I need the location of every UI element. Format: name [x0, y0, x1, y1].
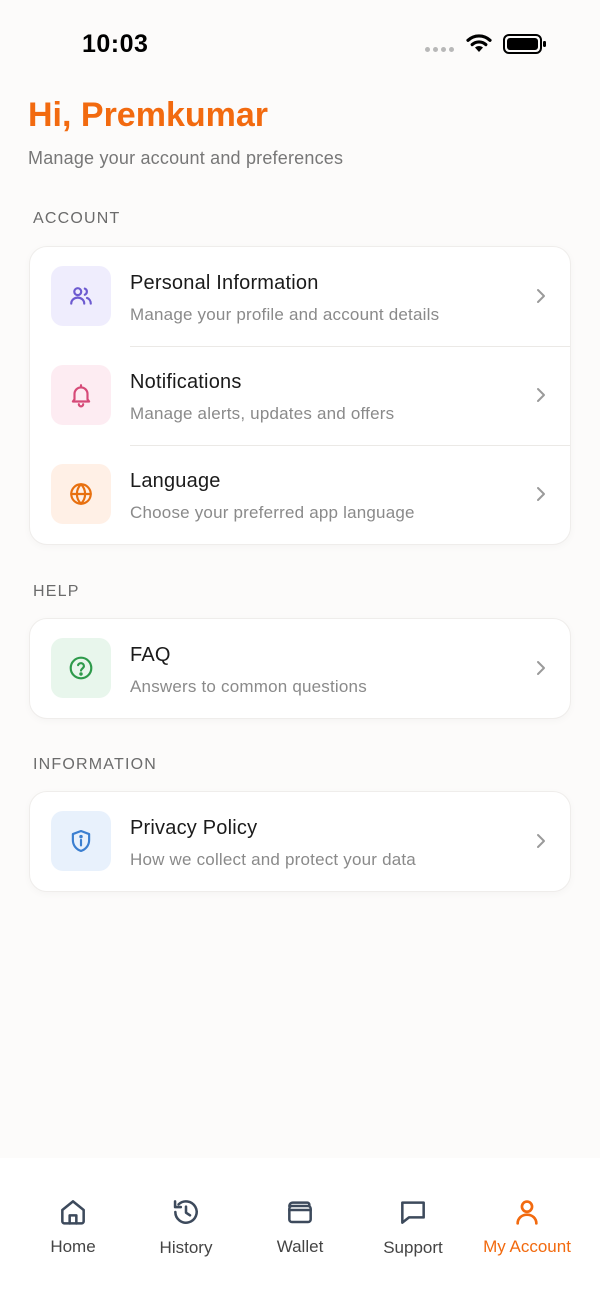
page-title: Hi, Premkumar	[28, 96, 268, 134]
status-bar: 10:03	[0, 0, 600, 90]
personal-information-title: Personal Information	[130, 272, 319, 294]
nav-history-label: History	[159, 1238, 213, 1257]
nav-support-label: Support	[383, 1238, 443, 1257]
chevron-right-icon	[537, 834, 545, 848]
nav-wallet-label: Wallet	[276, 1237, 324, 1256]
section-label-help: HELP	[33, 583, 80, 600]
nav-support[interactable]: Support	[356, 1158, 470, 1303]
account-card: Personal Information Manage your profile…	[29, 246, 571, 545]
user-icon	[516, 1200, 538, 1225]
bell-icon	[51, 365, 111, 425]
chevron-right-icon	[537, 661, 545, 675]
history-icon	[173, 1200, 198, 1224]
wallet-icon	[288, 1201, 312, 1224]
language-row[interactable]: Language Choose your preferred app langu…	[30, 445, 570, 544]
section-label-account: ACCOUNT	[33, 210, 121, 227]
chat-icon	[401, 1201, 425, 1224]
home-icon	[61, 1200, 85, 1225]
battery-icon	[503, 34, 546, 54]
faq-row[interactable]: FAQ Answers to common questions	[30, 619, 570, 718]
personal-information-row[interactable]: Personal Information Manage your profile…	[30, 247, 570, 346]
nav-my-account[interactable]: My Account	[470, 1158, 584, 1303]
users-icon	[51, 266, 111, 326]
nav-home-label: Home	[50, 1237, 96, 1256]
personal-information-desc: Manage your profile and account details	[130, 305, 440, 324]
bottom-navigation: Home History Wallet Support My Account	[0, 1158, 600, 1303]
help-card: FAQ Answers to common questions	[29, 618, 571, 719]
nav-my-account-label: My Account	[483, 1237, 571, 1256]
nav-wallet[interactable]: Wallet	[243, 1158, 357, 1303]
my-account-screen: 10:03 Hi, Premkumar Manage your account …	[0, 0, 600, 1303]
notifications-desc: Manage alerts, updates and offers	[130, 404, 395, 423]
nav-home[interactable]: Home	[16, 1158, 130, 1303]
chevron-right-icon	[537, 388, 545, 402]
language-title: Language	[130, 470, 221, 492]
information-card: Privacy Policy How we collect and protec…	[29, 791, 571, 892]
chevron-right-icon	[537, 487, 545, 501]
notifications-title: Notifications	[130, 371, 242, 393]
shield-icon	[51, 811, 111, 871]
chevron-right-icon	[537, 289, 545, 303]
wifi-icon	[466, 34, 492, 52]
privacy-policy-title: Privacy Policy	[130, 817, 258, 839]
globe-icon	[51, 464, 111, 524]
status-time: 10:03	[82, 30, 149, 58]
privacy-policy-desc: How we collect and protect your data	[130, 850, 416, 869]
signal-icon	[425, 47, 454, 52]
faq-title: FAQ	[130, 644, 171, 666]
notifications-row[interactable]: Notifications Manage alerts, updates and…	[30, 346, 570, 445]
faq-desc: Answers to common questions	[130, 677, 367, 696]
nav-history[interactable]: History	[129, 1158, 243, 1303]
page-subtitle: Manage your account and preferences	[28, 148, 344, 168]
language-desc: Choose your preferred app language	[130, 503, 415, 522]
help-circle-icon	[51, 638, 111, 698]
privacy-policy-row[interactable]: Privacy Policy How we collect and protec…	[30, 792, 570, 891]
section-label-information: INFORMATION	[33, 756, 158, 773]
